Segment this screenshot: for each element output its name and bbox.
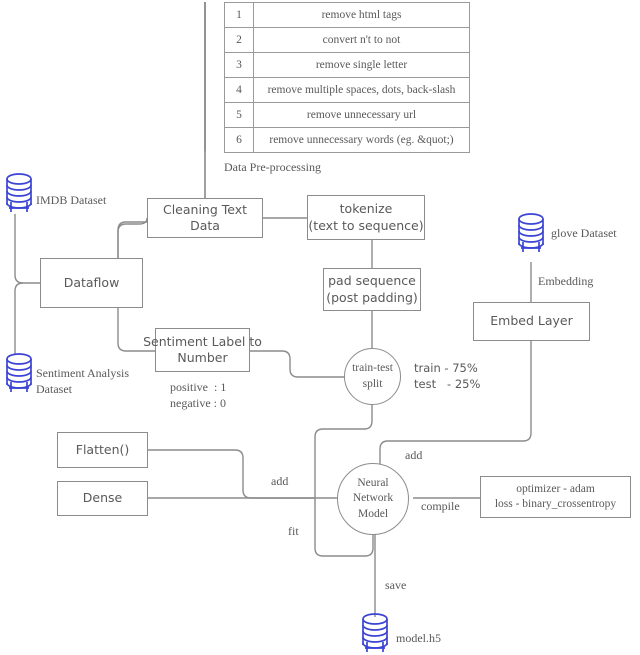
table-cell-index: 1	[224, 2, 254, 28]
table-row: 6 remove unnecessary words (eg. &quot;)	[224, 127, 470, 153]
table-cell-index: 3	[224, 52, 254, 78]
edge-label-add-left: add	[271, 474, 289, 488]
node-dataflow[interactable]: Dataflow	[40, 258, 143, 308]
edge-label-fit: fit	[288, 524, 299, 538]
preprocessing-table: 1 remove html tags 2 convert n't to not …	[224, 2, 470, 153]
node-flatten[interactable]: Flatten()	[57, 432, 148, 468]
node-sentiment-label-to-number[interactable]: Sentiment Label to Number	[143, 328, 262, 372]
table-cell-step: remove multiple spaces, dots, back-slash	[253, 77, 470, 103]
node-compile-parameters[interactable]: optimizer - adam loss - binary_crossentr…	[480, 476, 631, 518]
table-cell-step: remove html tags	[253, 2, 470, 28]
table-cell-index: 6	[224, 127, 254, 153]
diagram-canvas: 1 remove html tags 2 convert n't to not …	[0, 0, 640, 655]
table-cell-step: convert n't to not	[253, 27, 470, 53]
table-row: 5 remove unnecessary url	[224, 102, 470, 128]
database-label-model-file: model.h5	[396, 631, 441, 645]
node-train-test-split[interactable]: train-test split	[344, 348, 401, 405]
table-cell-index: 4	[224, 77, 254, 103]
node-dense[interactable]: Dense	[57, 481, 148, 516]
database-label-imdb: IMDB Dataset	[36, 193, 107, 207]
table-row: 4 remove multiple spaces, dots, back-sla…	[224, 77, 470, 103]
table-cell-index: 2	[224, 27, 254, 53]
table-row: 1 remove html tags	[224, 2, 470, 28]
table-cell-index: 5	[224, 102, 254, 128]
edge-label-split-ratio: train - 75% test - 25%	[414, 361, 481, 391]
edge-label-compile: compile	[421, 499, 460, 513]
database-label-sentiment: Sentiment Analysis Dataset	[36, 366, 129, 397]
table-row: 3 remove single letter	[224, 52, 470, 78]
edge-label-sentiment-mapping: positive : 1 negative : 0	[170, 380, 227, 411]
node-pad-sequence[interactable]: pad sequence (post padding)	[323, 268, 421, 311]
edge-label-save: save	[385, 578, 407, 592]
preprocessing-caption: Data Pre-processing	[224, 160, 321, 174]
database-icon	[4, 352, 34, 399]
table-cell-step: remove single letter	[253, 52, 470, 78]
database-icon	[4, 172, 34, 219]
edge-label-embedding: Embedding	[538, 274, 594, 288]
node-tokenize[interactable]: tokenize (text to sequence)	[307, 195, 425, 240]
node-embed-layer[interactable]: Embed Layer	[473, 302, 590, 341]
database-icon	[360, 612, 390, 655]
node-neural-network-model[interactable]: Neural Network Model	[337, 463, 409, 535]
table-cell-step: remove unnecessary words (eg. &quot;)	[253, 127, 470, 153]
database-label-glove: glove Dataset	[551, 226, 617, 240]
edge-label-add-top: add	[405, 448, 423, 462]
table-row: 2 convert n't to not	[224, 27, 470, 53]
database-icon	[516, 212, 546, 259]
node-cleaning-text-data[interactable]: Cleaning Text Data	[147, 198, 263, 238]
table-cell-step: remove unnecessary url	[253, 102, 470, 128]
